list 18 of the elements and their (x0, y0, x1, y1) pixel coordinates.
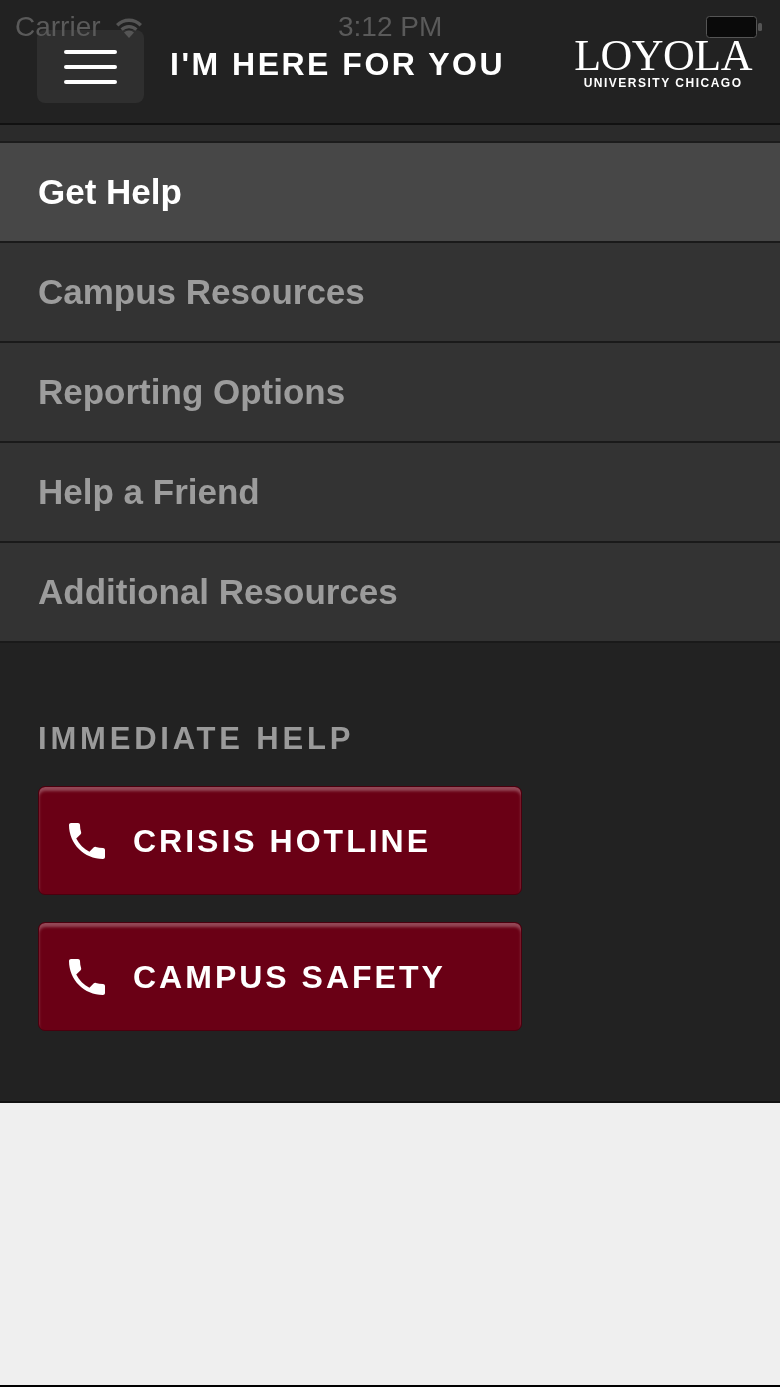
menu-item[interactable]: Reporting Options (0, 343, 780, 443)
menu-item[interactable]: Campus Resources (0, 243, 780, 343)
menu-item[interactable]: Additional Resources (0, 543, 780, 643)
app-title: I'M HERE FOR YOU (170, 48, 506, 80)
status-time: 3:12 PM (338, 13, 443, 41)
logo-wordmark: LOYOLA (574, 36, 752, 76)
logo-subtitle: UNIVERSITY CHICAGO (583, 76, 743, 90)
call-button[interactable]: CRISIS HOTLINE (38, 786, 522, 895)
wifi-icon (114, 16, 143, 38)
battery-icon (706, 16, 762, 38)
carrier-label: Carrier (15, 13, 101, 41)
menu-icon (64, 49, 117, 84)
section-heading: IMMEDIATE HELP (38, 723, 355, 754)
menu-item[interactable]: Get Help (0, 143, 780, 243)
phone-icon (69, 822, 105, 859)
call-button[interactable]: CAMPUS SAFETY (38, 922, 522, 1031)
phone-icon (69, 958, 105, 995)
menu-item[interactable]: Help a Friend (0, 443, 780, 543)
